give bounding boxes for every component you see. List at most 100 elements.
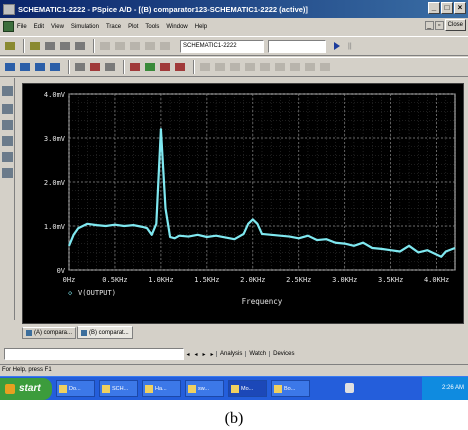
- eval-goal-icon[interactable]: [144, 61, 156, 73]
- zoom-out-icon[interactable]: [19, 61, 31, 73]
- output-panel: ◂ ◂ ▸ ▸ Analysis Watch Devices: [0, 345, 468, 363]
- cursor-trough-icon[interactable]: [214, 61, 226, 73]
- run-simulation-icon[interactable]: [334, 42, 340, 50]
- cursor-max-icon[interactable]: [259, 61, 271, 73]
- tab-devices[interactable]: Devices: [269, 351, 297, 357]
- taskbar-item-3[interactable]: Ha...: [142, 380, 181, 397]
- report-icon[interactable]: [2, 152, 13, 162]
- menu-file[interactable]: File: [17, 24, 27, 30]
- first-tab-arrow[interactable]: ◂: [184, 351, 192, 358]
- log-x-icon[interactable]: [74, 61, 86, 73]
- cursor-slope-icon[interactable]: [229, 61, 241, 73]
- app-icon: [59, 384, 67, 393]
- pause-icon[interactable]: ||: [348, 43, 352, 50]
- mdi-close-button[interactable]: Close: [444, 19, 466, 31]
- performance-icon[interactable]: [104, 61, 116, 73]
- y-tick-label: 2.0mV: [44, 179, 66, 187]
- taskbar-item-4[interactable]: sw...: [185, 380, 224, 397]
- close-window-button[interactable]: ×: [454, 2, 466, 14]
- window-title: SCHEMATIC1-2222 - PSpice A/D - [(B) comp…: [18, 4, 308, 14]
- print-preview-icon[interactable]: [74, 40, 86, 52]
- taskbar-item-label: Do...: [69, 385, 81, 392]
- message-icon[interactable]: [2, 136, 13, 146]
- main-toolbar: SCHEMATIC1-2222 ||: [0, 36, 468, 56]
- cursor-icon[interactable]: [174, 61, 186, 73]
- taskbar-item-2[interactable]: SCH...: [99, 380, 138, 397]
- menu-simulation[interactable]: Simulation: [71, 24, 99, 30]
- tab-b-comparator[interactable]: (B) comparat...: [77, 326, 133, 339]
- schematic-icon[interactable]: [2, 168, 13, 178]
- output-window[interactable]: [4, 348, 184, 360]
- add-trace-icon[interactable]: [129, 61, 141, 73]
- taskbar-item-label: Bo...: [284, 385, 296, 392]
- menu-view[interactable]: View: [51, 24, 64, 30]
- x-axis-label: Frequency: [242, 297, 283, 306]
- fourier-icon[interactable]: [89, 61, 101, 73]
- system-clock: 2:26 AM: [422, 377, 468, 400]
- save-icon[interactable]: [44, 40, 56, 52]
- probe-plot[interactable]: 0Hz 0.5KHz 1.0KHz 1.5KHz 2.0KHz 2.5KHz 3.0KHz 3…: [23, 84, 463, 323]
- cursor-point-icon[interactable]: [274, 61, 286, 73]
- tab-a-comparator[interactable]: (A) compara...: [22, 327, 77, 339]
- cut-icon[interactable]: [99, 40, 111, 52]
- app-icon: [188, 384, 196, 393]
- document-icon[interactable]: [3, 21, 14, 32]
- new-icon[interactable]: [4, 40, 16, 52]
- select-tool-icon[interactable]: [2, 86, 13, 96]
- redo-icon[interactable]: [159, 40, 171, 52]
- paste-icon[interactable]: [129, 40, 141, 52]
- print-icon[interactable]: [59, 40, 71, 52]
- y-tick-label: 4.0mV: [44, 91, 66, 99]
- mark-label-icon[interactable]: [319, 61, 331, 73]
- tab-watch[interactable]: Watch: [245, 351, 269, 357]
- next-tab-arrow[interactable]: ▸: [200, 351, 208, 358]
- taskbar-item-5[interactable]: Mo...: [228, 380, 267, 397]
- y-tick-label: 3.0mV: [44, 135, 66, 143]
- menu-edit[interactable]: Edit: [34, 24, 44, 30]
- app-icon: [231, 384, 239, 393]
- tab-b-label: (B) comparat...: [89, 329, 129, 336]
- document-tabs: (A) compara... (B) comparat...: [22, 325, 464, 339]
- toolbar-separator: [23, 39, 25, 53]
- second-select[interactable]: [268, 39, 326, 53]
- x-tick-label: 1.0KHz: [148, 276, 173, 284]
- menu-help[interactable]: Help: [195, 24, 207, 30]
- menu-window[interactable]: Window: [166, 24, 187, 30]
- menu-trace[interactable]: Trace: [106, 24, 121, 30]
- taskbar-item-6[interactable]: Bo...: [271, 380, 310, 397]
- start-button[interactable]: start: [0, 377, 52, 400]
- cursor-min-icon[interactable]: [244, 61, 256, 73]
- cursor-next-icon[interactable]: [304, 61, 316, 73]
- zoom-in-icon[interactable]: [4, 61, 16, 73]
- screenshot: SCHEMATIC1-2222 - PSpice A/D - [(B) comp…: [0, 0, 468, 400]
- zoom-area-icon[interactable]: [34, 61, 46, 73]
- tab-analysis[interactable]: Analysis: [216, 351, 245, 357]
- toolbar-separator: [68, 60, 70, 74]
- menu-tools[interactable]: Tools: [145, 24, 159, 30]
- x-tick-label: 3.0KHz: [332, 276, 357, 284]
- menu-bar: File Edit View Simulation Trace Plot Too…: [0, 18, 468, 35]
- cursor-peak-icon[interactable]: [199, 61, 211, 73]
- mdi-minimize-button[interactable]: _: [424, 20, 434, 30]
- title-bar: SCHEMATIC1-2222 - PSpice A/D - [(B) comp…: [0, 0, 468, 18]
- taskbar-item-1[interactable]: Do...: [56, 380, 95, 397]
- simulation-profile-select[interactable]: SCHEMATIC1-2222: [180, 39, 264, 53]
- last-tab-arrow[interactable]: ▸: [208, 351, 216, 358]
- toolbar-separator: [193, 60, 195, 74]
- simulation-status-icon[interactable]: [2, 104, 13, 114]
- cursor-search-icon[interactable]: [289, 61, 301, 73]
- x-tick-label: 2.0KHz: [240, 276, 265, 284]
- undo-icon[interactable]: [144, 40, 156, 52]
- copy-icon[interactable]: [114, 40, 126, 52]
- text-label-icon[interactable]: [159, 61, 171, 73]
- mdi-restore-button[interactable]: ▫: [434, 20, 444, 30]
- probe-plot-window[interactable]: 0Hz 0.5KHz 1.0KHz 1.5KHz 2.0KHz 2.5KHz 3.0KHz 3…: [22, 83, 464, 324]
- output-file-icon[interactable]: [2, 120, 13, 130]
- menu-plot[interactable]: Plot: [128, 24, 138, 30]
- zoom-fit-icon[interactable]: [49, 61, 61, 73]
- speaker-icon[interactable]: [345, 383, 354, 393]
- prev-tab-arrow[interactable]: ◂: [192, 351, 200, 358]
- minimize-button[interactable]: _: [428, 2, 440, 14]
- open-icon[interactable]: [29, 40, 41, 52]
- maximize-button[interactable]: □: [441, 2, 453, 14]
